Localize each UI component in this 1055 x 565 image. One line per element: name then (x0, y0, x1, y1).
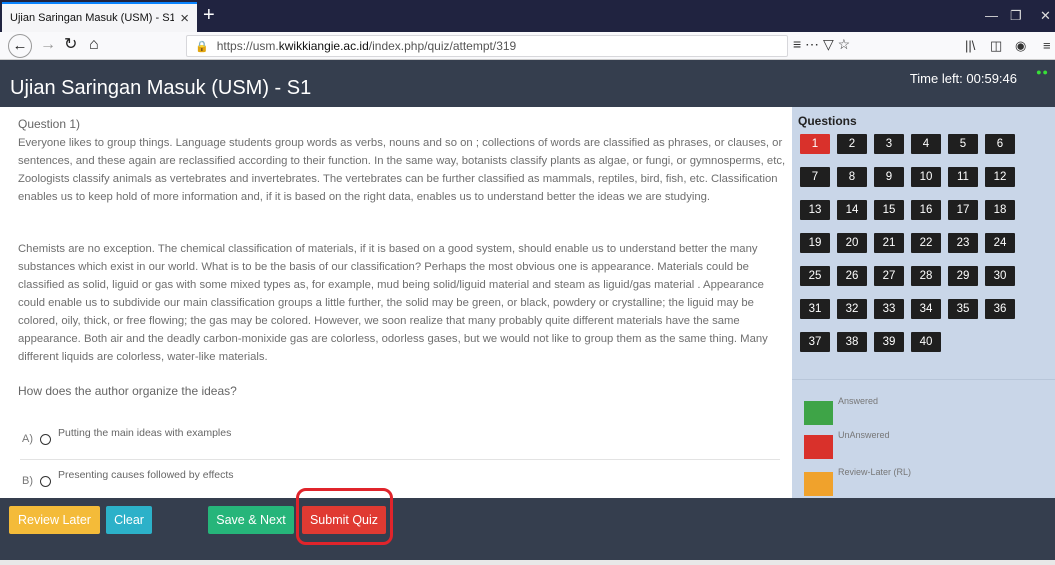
question-button-37[interactable]: 37 (800, 332, 830, 352)
question-button-38[interactable]: 38 (837, 332, 867, 352)
tab-close-icon[interactable]: × (180, 10, 189, 27)
question-button-8[interactable]: 8 (837, 167, 867, 187)
browser-navbar: ← → ↻ ⌂ 🔒 https://usm.kwikkiangie.ac.id/… (0, 32, 1055, 60)
reload-icon[interactable]: ↻ (64, 35, 77, 55)
question-paragraph-2: Chemists are no exception. The chemical … (18, 243, 768, 363)
option-text: Putting the main ideas with examples (58, 427, 232, 439)
url-domain: kwikkiangie.ac.id (278, 39, 369, 53)
legend-label: Review-Later (RL) (838, 467, 912, 477)
question-button-2[interactable]: 2 (837, 134, 867, 154)
question-button-31[interactable]: 31 (800, 299, 830, 319)
sidebar-icon[interactable]: ◫ (990, 38, 1002, 54)
forward-icon[interactable]: → (40, 35, 56, 55)
question-number: Question 1) (18, 117, 81, 131)
option-a-radio[interactable] (40, 434, 51, 445)
question-button-13[interactable]: 13 (800, 200, 830, 220)
url-prefix: https://usm. (216, 39, 279, 53)
question-button-21[interactable]: 21 (874, 233, 904, 253)
question-button-39[interactable]: 39 (874, 332, 904, 352)
question-button-28[interactable]: 28 (911, 266, 941, 286)
question-button-33[interactable]: 33 (874, 299, 904, 319)
browser-tabbar: Ujian Saringan Masuk (USM) - S1 × + — ❐ … (0, 0, 1055, 32)
question-button-4[interactable]: 4 (911, 134, 941, 154)
panel-title: Questions (798, 114, 857, 128)
home-icon[interactable]: ⌂ (89, 35, 99, 55)
question-button-20[interactable]: 20 (837, 233, 867, 253)
question-button-29[interactable]: 29 (948, 266, 978, 286)
account-icon[interactable]: ◉ (1015, 38, 1026, 54)
question-button-26[interactable]: 26 (837, 266, 867, 286)
review-later-button[interactable]: Review Later (9, 506, 100, 534)
minimize-icon[interactable]: — (985, 8, 998, 23)
question-button-12[interactable]: 12 (985, 167, 1015, 187)
question-button-9[interactable]: 9 (874, 167, 904, 187)
bottom-strip (0, 560, 1055, 565)
url-bar[interactable]: 🔒 https://usm.kwikkiangie.ac.id/index.ph… (186, 35, 788, 57)
option-b-radio[interactable] (40, 476, 51, 487)
question-button-15[interactable]: 15 (874, 200, 904, 220)
question-prompt: How does the author organize the ideas? (18, 384, 237, 398)
question-button-22[interactable]: 22 (911, 233, 941, 253)
question-button-25[interactable]: 25 (800, 266, 830, 286)
question-button-27[interactable]: 27 (874, 266, 904, 286)
question-button-35[interactable]: 35 (948, 299, 978, 319)
question-button-17[interactable]: 17 (948, 200, 978, 220)
question-grid: 1 2 3 4 5 6 7 8 9 10 11 12 13 14 15 16 17 18 19 20 21 22 23 24 2… (800, 134, 1032, 365)
close-window-icon[interactable]: ✕ (1040, 8, 1051, 24)
option-text: Presenting causes followed by effects (58, 469, 234, 481)
question-nav-panel: Questions 1 2 3 4 5 6 7 8 9 10 11 12 13 14 15 16 17 18 19 2… (792, 107, 1055, 498)
question-button-6[interactable]: 6 (985, 134, 1015, 154)
back-icon[interactable]: ← (8, 34, 32, 58)
status-dots-icon: ●● (1036, 67, 1049, 77)
lock-icon: 🔒 (195, 40, 209, 53)
question-button-3[interactable]: 3 (874, 134, 904, 154)
highlight-ring (296, 488, 393, 545)
panel-divider (792, 379, 1055, 380)
legend-swatch (804, 401, 833, 425)
page-actions-icons[interactable]: ≡ ⋯ ▽ ☆ (793, 36, 850, 53)
question-button-23[interactable]: 23 (948, 233, 978, 253)
clear-button[interactable]: Clear (106, 506, 152, 534)
option-letter: B) (22, 475, 33, 487)
question-button-30[interactable]: 30 (985, 266, 1015, 286)
quiz-header: Ujian Saringan Masuk (USM) - S1 Time lef… (0, 60, 1055, 107)
legend-swatch (804, 435, 833, 459)
browser-tab[interactable]: Ujian Saringan Masuk (USM) - S1 × (2, 2, 197, 32)
quiz-footer: Review Later Clear Save & Next Submit Qu… (0, 498, 1055, 560)
tab-title: Ujian Saringan Masuk (USM) - S1 (10, 12, 175, 24)
menu-icon[interactable]: ≡ (1043, 38, 1051, 53)
question-button-19[interactable]: 19 (800, 233, 830, 253)
question-button-16[interactable]: 16 (911, 200, 941, 220)
question-button-18[interactable]: 18 (985, 200, 1015, 220)
question-button-7[interactable]: 7 (800, 167, 830, 187)
library-icon[interactable]: ||\ (965, 38, 975, 53)
question-button-10[interactable]: 10 (911, 167, 941, 187)
page-title: Ujian Saringan Masuk (USM) - S1 (10, 77, 312, 99)
question-button-24[interactable]: 24 (985, 233, 1015, 253)
question-button-5[interactable]: 5 (948, 134, 978, 154)
legend-label: Answered (838, 396, 879, 406)
option-letter: A) (22, 433, 33, 445)
question-button-14[interactable]: 14 (837, 200, 867, 220)
legend-label: UnAnswered (838, 430, 890, 440)
url-text: https://usm.kwikkiangie.ac.id/index.php/… (217, 39, 517, 53)
question-button-32[interactable]: 32 (837, 299, 867, 319)
time-left: Time left: 00:59:46 (909, 71, 1017, 86)
restore-icon[interactable]: ❐ (1010, 8, 1022, 24)
legend-swatch (804, 472, 833, 496)
question-button-40[interactable]: 40 (911, 332, 941, 352)
question-button-1[interactable]: 1 (800, 134, 830, 154)
url-path: /index.php/quiz/attempt/319 (368, 39, 517, 53)
question-area: Question 1) Everyone likes to group thin… (0, 107, 792, 498)
question-button-34[interactable]: 34 (911, 299, 941, 319)
option-divider (20, 459, 780, 460)
save-next-button[interactable]: Save & Next (208, 506, 294, 534)
question-button-36[interactable]: 36 (985, 299, 1015, 319)
question-button-11[interactable]: 11 (948, 167, 978, 187)
new-tab-icon[interactable]: + (203, 4, 215, 26)
question-paragraph-1: Everyone likes to group things. Language… (18, 137, 786, 203)
